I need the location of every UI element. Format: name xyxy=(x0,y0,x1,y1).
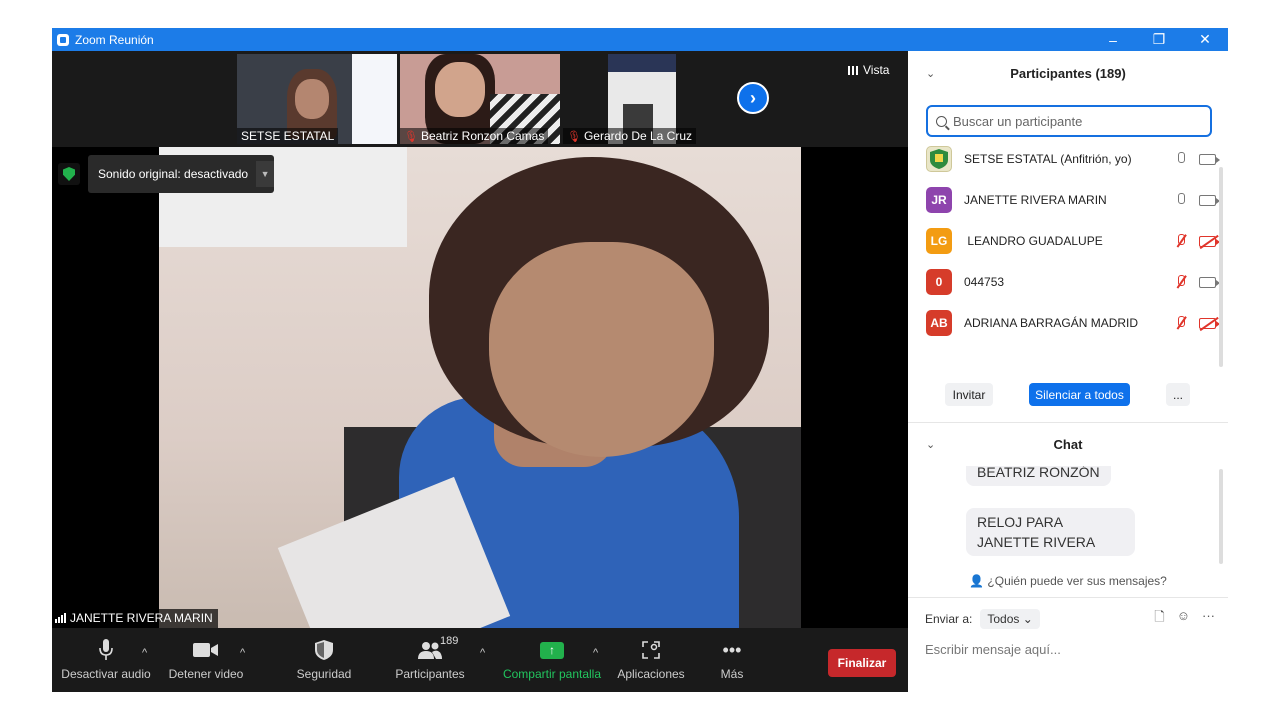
chat-header: ⌄ Chat xyxy=(926,436,1083,452)
chat-messages: BEATRIZ RONZÓN RELOJ PARA JANETTE RIVERA xyxy=(908,466,1218,566)
chat-message-input[interactable]: Escribir mensaje aquí... xyxy=(925,642,1061,657)
recipient-select[interactable]: Todos ⌄ xyxy=(980,609,1040,629)
participant-row[interactable]: JR JANETTE RIVERA MARIN xyxy=(926,186,1220,214)
participant-search-input[interactable]: Buscar un participante xyxy=(926,105,1212,137)
side-panel: ⌄ Participantes (189) Buscar un particip… xyxy=(908,51,1228,692)
collapse-chevron-icon[interactable]: ⌄ xyxy=(926,438,935,451)
view-button[interactable]: Vista xyxy=(848,63,889,77)
apps-icon xyxy=(642,639,660,661)
mute-all-button[interactable]: Silenciar a todos xyxy=(1029,383,1130,406)
signal-strength-icon xyxy=(55,613,66,623)
original-sound-indicator: Sonido original: desactivado ▼ xyxy=(58,155,275,193)
zoom-logo-icon xyxy=(57,33,69,46)
title-bar: Zoom Reunión – ❐ ✕ xyxy=(52,28,1228,51)
minimize-button[interactable]: – xyxy=(1090,28,1136,51)
restore-button[interactable]: ❐ xyxy=(1136,28,1182,51)
microphone-muted-icon[interactable] xyxy=(1175,234,1187,248)
thumbnail-setse[interactable]: SETSE ESTATAL xyxy=(237,54,397,144)
video-off-icon[interactable] xyxy=(1199,317,1220,329)
grid-icon xyxy=(848,65,858,75)
participant-row[interactable]: LG LEANDRO GUADALUPE xyxy=(926,227,1220,255)
chevron-right-icon: › xyxy=(750,87,756,108)
audio-options-caret-icon[interactable]: ^ xyxy=(142,647,147,659)
more-button[interactable]: ••• Más xyxy=(708,628,756,692)
dropdown-icon[interactable]: ▼ xyxy=(256,161,275,187)
file-icon[interactable]: 🗋 xyxy=(1154,608,1164,630)
participants-count: 189 xyxy=(440,635,459,647)
chat-message: BEATRIZ RONZÓN xyxy=(966,466,1111,486)
window-title: Zoom Reunión xyxy=(75,32,154,47)
more-dots-icon: ••• xyxy=(722,639,742,660)
person-lock-icon: 👤 xyxy=(969,574,985,588)
next-page-button[interactable]: › xyxy=(737,82,769,114)
video-options-caret-icon[interactable]: ^ xyxy=(240,647,245,659)
encryption-shield-icon xyxy=(58,163,80,185)
thumbnail-beatriz[interactable]: 🎙︎ Beatriz Ronzon Camas xyxy=(400,54,560,144)
share-screen-button[interactable]: ↑ Compartir pantalla xyxy=(500,628,604,692)
avatar: AB xyxy=(926,310,952,336)
original-sound-toggle[interactable]: Sonido original: desactivado ▼ xyxy=(88,155,275,193)
avatar: LG xyxy=(926,228,952,254)
avatar: JR xyxy=(926,187,952,213)
video-area: SETSE ESTATAL 🎙︎ Beatriz Ronzon Camas 🎙︎ G… xyxy=(52,51,908,628)
mic-muted-icon: 🎙︎ xyxy=(404,131,418,143)
participant-row[interactable]: 0 044753 xyxy=(926,268,1220,296)
share-options-caret-icon[interactable]: ^ xyxy=(593,647,598,659)
active-speaker-video xyxy=(159,147,801,628)
participants-scrollbar[interactable] xyxy=(1219,167,1223,367)
participants-button[interactable]: 189 Participantes xyxy=(392,628,468,692)
video-off-icon[interactable] xyxy=(1199,235,1220,247)
send-to-row: Enviar a: Todos ⌄ 🗋 ☺ ··· xyxy=(925,608,1215,630)
who-can-see-messages-link[interactable]: 👤 ¿Quién puede ver sus mensajes? xyxy=(908,574,1228,588)
search-icon xyxy=(936,115,947,127)
chat-scrollbar[interactable] xyxy=(1219,469,1223,564)
zoom-window: Zoom Reunión – ❐ ✕ SETSE ESTATAL 🎙︎ Beatr… xyxy=(52,28,1228,692)
apps-button[interactable]: Aplicaciones xyxy=(614,628,688,692)
participants-icon: 189 xyxy=(418,635,458,661)
thumbnail-name: SETSE ESTATAL xyxy=(237,128,339,144)
stop-video-button[interactable]: Detener video xyxy=(164,628,248,692)
participant-row[interactable]: AB ADRIANA BARRAGÁN MADRID xyxy=(926,309,1220,337)
avatar: 0 xyxy=(926,269,952,295)
video-camera-icon[interactable] xyxy=(1199,194,1220,206)
more-dots-icon[interactable]: ··· xyxy=(1202,608,1215,630)
thumbnail-strip: SETSE ESTATAL 🎙︎ Beatriz Ronzon Camas 🎙︎ G… xyxy=(52,51,908,147)
mic-muted-icon: 🎙︎ xyxy=(567,131,581,143)
microphone-muted-icon[interactable] xyxy=(1175,316,1187,330)
more-options-button[interactable]: ... xyxy=(1166,383,1190,406)
video-camera-icon xyxy=(193,639,219,661)
video-camera-icon[interactable] xyxy=(1199,276,1220,288)
avatar xyxy=(926,146,952,172)
thumbnail-name: 🎙︎ Gerardo De La Cruz xyxy=(563,128,697,144)
end-meeting-button[interactable]: Finalizar xyxy=(828,649,896,677)
security-shield-icon xyxy=(315,639,333,661)
chat-message: RELOJ PARA JANETTE RIVERA xyxy=(966,508,1135,556)
microphone-icon[interactable] xyxy=(1175,193,1187,207)
close-button[interactable]: ✕ xyxy=(1182,28,1228,51)
mute-audio-button[interactable]: Desactivar audio xyxy=(60,628,152,692)
speaker-name-label: JANETTE RIVERA MARIN xyxy=(52,609,218,628)
share-screen-icon: ↑ xyxy=(540,641,564,659)
microphone-muted-icon[interactable] xyxy=(1175,275,1187,289)
collapse-chevron-icon[interactable]: ⌄ xyxy=(926,67,935,80)
divider xyxy=(908,597,1228,598)
invite-button[interactable]: Invitar xyxy=(945,383,993,406)
video-camera-icon[interactable] xyxy=(1199,153,1220,165)
microphone-icon xyxy=(99,639,113,661)
thumbnail-gerardo[interactable]: 🎙︎ Gerardo De La Cruz xyxy=(563,54,723,144)
thumbnail-name: 🎙︎ Beatriz Ronzon Camas xyxy=(400,128,549,144)
microphone-icon[interactable] xyxy=(1175,152,1187,166)
meeting-toolbar: Desactivar audio ^ Detener video ^ Segur… xyxy=(52,628,908,692)
security-button[interactable]: Seguridad xyxy=(288,628,360,692)
participant-row[interactable]: SETSE ESTATAL (Anfitrión, yo) xyxy=(926,145,1220,173)
emoji-icon[interactable]: ☺ xyxy=(1177,608,1190,630)
participants-options-caret-icon[interactable]: ^ xyxy=(480,647,485,659)
participants-header: ⌄ Participantes (189) xyxy=(926,65,1126,81)
